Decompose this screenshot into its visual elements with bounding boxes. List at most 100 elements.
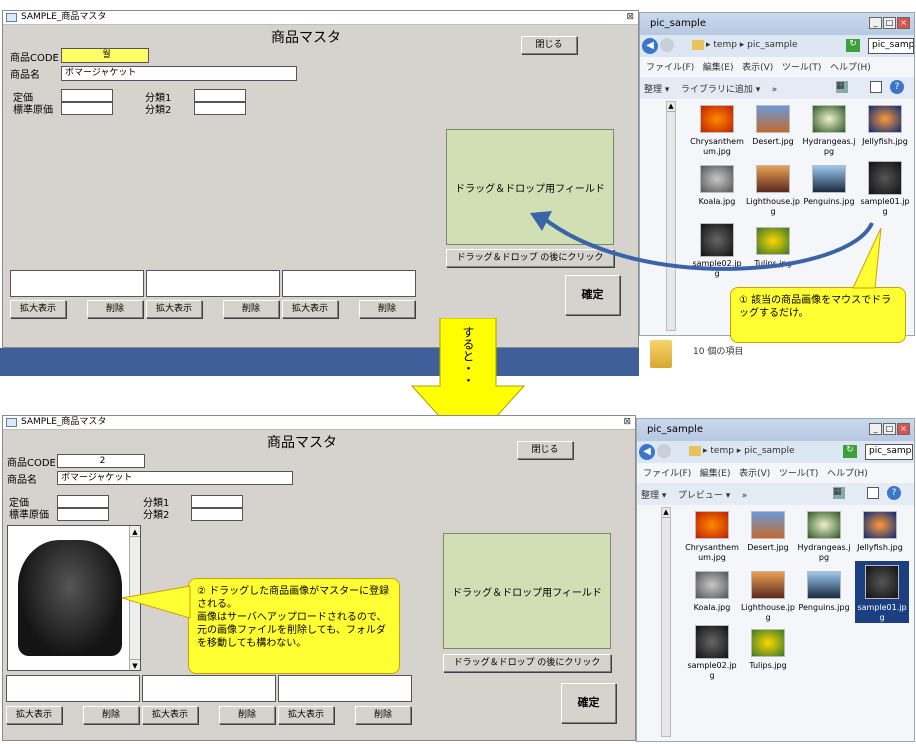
form-titlebar: SAMPLE_商品マスタ ⊠ bbox=[3, 11, 638, 25]
cost-input[interactable] bbox=[57, 508, 109, 521]
menu-view[interactable]: 表示(V) bbox=[742, 63, 773, 73]
image-slot-2 bbox=[142, 675, 276, 702]
menu-file[interactable]: ファイル(F) bbox=[646, 63, 694, 73]
name-input[interactable]: ボマージャケット bbox=[57, 471, 293, 485]
file-thumb-koala[interactable] bbox=[695, 571, 729, 599]
close-icon[interactable]: ⊠ bbox=[623, 416, 631, 429]
menu-tools[interactable]: ツール(T) bbox=[782, 63, 822, 73]
zoom-button-3[interactable]: 拡大表示 bbox=[282, 300, 338, 318]
file-thumb-sample01[interactable] bbox=[865, 565, 899, 599]
maximize-icon[interactable]: □ bbox=[883, 423, 896, 435]
refresh-icon[interactable]: ↻ bbox=[843, 445, 857, 458]
delete-button-3[interactable]: 削除 bbox=[359, 300, 415, 318]
zoom-button-1[interactable]: 拡大表示 bbox=[10, 300, 66, 318]
drop-confirm-button[interactable]: ドラッグ＆ドロップ の後にクリック bbox=[443, 654, 611, 672]
back-icon[interactable]: ◀ bbox=[642, 38, 658, 54]
pane-icon[interactable] bbox=[870, 81, 882, 93]
file-thumb-chrysanthemum[interactable] bbox=[695, 511, 729, 539]
name-input[interactable]: ボマージャケット bbox=[61, 66, 297, 81]
code-input[interactable]: 월 bbox=[61, 48, 149, 63]
cat2-input[interactable] bbox=[194, 102, 246, 115]
file-thumb-desert[interactable] bbox=[751, 511, 785, 539]
refresh-icon[interactable]: ↻ bbox=[846, 39, 860, 52]
preview-button[interactable]: プレビュー ▾ bbox=[678, 491, 730, 501]
command-bar: 整理 ▾ ライブラリに追加 ▾ » ▦ ? bbox=[640, 77, 914, 99]
menu-help[interactable]: ヘルプ(H) bbox=[827, 469, 868, 479]
confirm-button[interactable]: 確定 bbox=[561, 683, 616, 723]
file-thumb-lighthouse[interactable] bbox=[751, 571, 785, 599]
price-input[interactable] bbox=[57, 495, 109, 508]
arrow-text: すると・・ bbox=[461, 326, 475, 386]
file-thumb-hydrangeas[interactable] bbox=[812, 105, 846, 133]
file-thumb-tulips[interactable] bbox=[751, 629, 785, 657]
menu-help[interactable]: ヘルプ(H) bbox=[830, 63, 871, 73]
cat1-input[interactable] bbox=[194, 89, 246, 102]
more-button[interactable]: » bbox=[772, 85, 778, 95]
close-icon[interactable]: × bbox=[897, 423, 910, 435]
file-thumb-chrysanthemum[interactable] bbox=[700, 105, 734, 133]
price-input[interactable] bbox=[61, 89, 113, 102]
organize-button[interactable]: 整理 ▾ bbox=[641, 491, 666, 501]
close-button[interactable]: 閉じる bbox=[517, 441, 573, 459]
add-library-button[interactable]: ライブラリに追加 ▾ bbox=[681, 85, 760, 95]
file-name: Chrysanthemum.jpg bbox=[685, 543, 739, 562]
cat1-input[interactable] bbox=[191, 495, 243, 508]
file-thumb-penguins[interactable] bbox=[807, 571, 841, 599]
zoom-button-3[interactable]: 拡大表示 bbox=[278, 706, 334, 724]
file-name: Koala.jpg bbox=[693, 603, 731, 612]
close-icon[interactable]: ⊠ bbox=[626, 11, 634, 24]
breadcrumb[interactable]: ▸ temp ▸ pic_sample bbox=[703, 446, 795, 456]
file-thumb-sample02[interactable] bbox=[695, 625, 729, 659]
close-icon[interactable]: × bbox=[897, 17, 910, 29]
delete-button-1[interactable]: 削除 bbox=[87, 300, 143, 318]
menu-edit[interactable]: 編集(E) bbox=[703, 63, 734, 73]
organize-button[interactable]: 整理 ▾ bbox=[644, 85, 669, 95]
file-thumb-jellyfish[interactable] bbox=[868, 105, 902, 133]
file-thumb-penguins[interactable] bbox=[812, 165, 846, 193]
more-button[interactable]: » bbox=[742, 491, 748, 501]
image-slot-2 bbox=[146, 270, 280, 297]
menu-file[interactable]: ファイル(F) bbox=[643, 469, 691, 479]
file-name: Chrysanthemum.jpg bbox=[690, 137, 744, 156]
zoom-button-1[interactable]: 拡大表示 bbox=[6, 706, 62, 724]
file-thumb-hydrangeas[interactable] bbox=[807, 511, 841, 539]
forward-icon[interactable] bbox=[660, 38, 674, 52]
file-thumb-sample01[interactable] bbox=[868, 161, 902, 195]
menu-edit[interactable]: 編集(E) bbox=[700, 469, 731, 479]
view-icon[interactable]: ▦ bbox=[833, 487, 845, 499]
delete-button-2[interactable]: 削除 bbox=[223, 300, 279, 318]
maximize-icon[interactable]: □ bbox=[883, 17, 896, 29]
back-icon[interactable]: ◀ bbox=[639, 444, 655, 460]
delete-button-3[interactable]: 削除 bbox=[355, 706, 411, 724]
file-thumb-koala[interactable] bbox=[700, 165, 734, 193]
code-input[interactable]: 2 bbox=[57, 454, 145, 468]
zoom-button-2[interactable]: 拡大表示 bbox=[142, 706, 198, 724]
zoom-button-2[interactable]: 拡大表示 bbox=[146, 300, 202, 318]
pane-icon[interactable] bbox=[867, 487, 879, 499]
file-thumb-jellyfish[interactable] bbox=[863, 511, 897, 539]
cost-input[interactable] bbox=[61, 102, 113, 115]
help-icon[interactable]: ? bbox=[887, 486, 901, 500]
file-thumb-desert[interactable] bbox=[756, 105, 790, 133]
delete-button-1[interactable]: 削除 bbox=[83, 706, 139, 724]
file-name: Jellyfish.jpg bbox=[857, 543, 903, 552]
view-icon[interactable]: ▦ bbox=[836, 81, 848, 93]
confirm-button[interactable]: 確定 bbox=[565, 275, 620, 315]
file-thumb-lighthouse[interactable] bbox=[756, 165, 790, 193]
minimize-icon[interactable]: _ bbox=[869, 17, 882, 29]
label-cat2: 分類2 bbox=[143, 510, 170, 521]
file-name: Penguins.jpg bbox=[798, 603, 850, 612]
breadcrumb[interactable]: ▸ temp ▸ pic_sample bbox=[706, 40, 798, 50]
menu-tools[interactable]: ツール(T) bbox=[779, 469, 819, 479]
minimize-icon[interactable]: _ bbox=[869, 423, 882, 435]
help-icon[interactable]: ? bbox=[890, 80, 904, 94]
delete-button-2[interactable]: 削除 bbox=[219, 706, 275, 724]
forward-icon[interactable] bbox=[657, 444, 671, 458]
drop-field[interactable]: ドラッグ＆ドロップ用フィールド bbox=[443, 533, 611, 649]
search-input[interactable]: pic_sampl... bbox=[868, 38, 914, 54]
close-button[interactable]: 閉じる bbox=[521, 36, 577, 54]
scrollbar[interactable]: ▲ bbox=[661, 507, 671, 737]
cat2-input[interactable] bbox=[191, 508, 243, 521]
search-input[interactable]: pic_sampl... bbox=[865, 444, 913, 460]
menu-view[interactable]: 表示(V) bbox=[739, 469, 770, 479]
